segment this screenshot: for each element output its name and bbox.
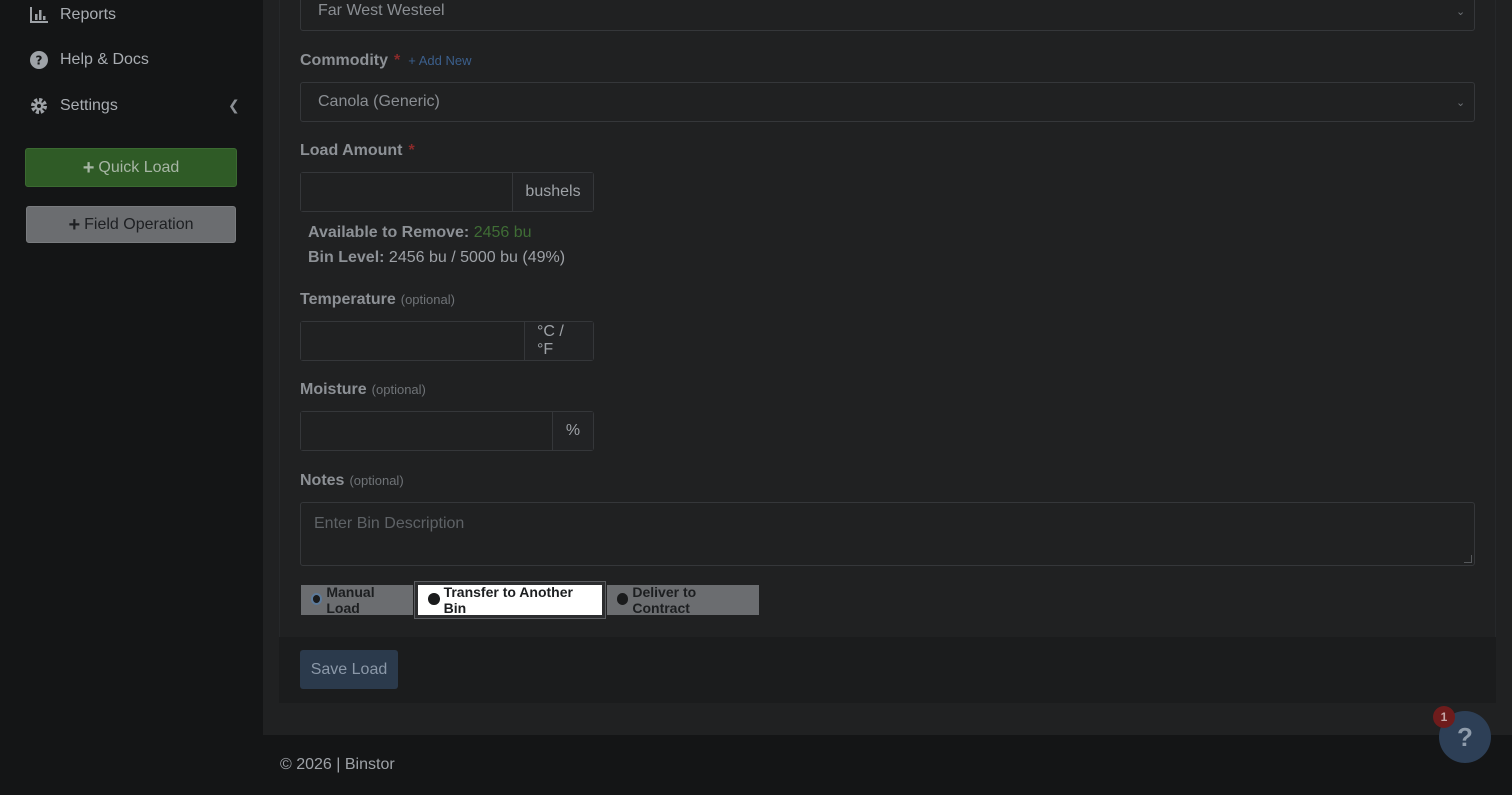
plus-icon: +: [68, 213, 81, 236]
load-type-label: Deliver to Contract: [632, 584, 697, 616]
moisture-unit: %: [552, 412, 593, 450]
load-type-transfer[interactable]: Transfer to Another Bin: [418, 584, 602, 616]
temperature-input[interactable]: [301, 322, 524, 360]
sidebar-item-label: Settings: [60, 97, 118, 114]
card-footer: [279, 637, 1496, 703]
sidebar-item-help-docs[interactable]: ? Help & Docs: [30, 51, 149, 69]
add-new-commodity-link[interactable]: + Add New: [408, 53, 471, 68]
load-amount-group: bushels: [300, 172, 594, 212]
field-operation-label: Field Operation: [84, 215, 194, 233]
optional-hint: (optional): [400, 292, 455, 307]
moisture-label: Moisture (optional): [300, 381, 426, 399]
field-operation-button[interactable]: + Field Operation: [26, 206, 236, 243]
load-amount-input[interactable]: [301, 173, 512, 211]
required-mark: *: [394, 52, 401, 69]
copyright-text: © 2026 | Binstor: [280, 756, 395, 773]
load-amount-label: Load Amount *: [300, 142, 415, 160]
chevron-left-icon: ❮: [228, 97, 240, 113]
required-mark: *: [408, 142, 415, 159]
radio-icon: [617, 593, 629, 605]
commodity-label-text: Commodity: [300, 52, 388, 69]
bin-level: Bin Level: 2456 bu / 5000 bu (49%): [308, 249, 565, 267]
bin-select[interactable]: Far West Westeel ⌄: [300, 0, 1475, 31]
resize-grip-icon[interactable]: [1464, 555, 1472, 563]
optional-hint: (optional): [349, 473, 404, 488]
commodity-select-value: Canola (Generic): [318, 93, 440, 110]
load-amount-unit: bushels: [512, 173, 593, 211]
notes-placeholder: Enter Bin Description: [314, 515, 465, 532]
radio-icon: [311, 593, 323, 605]
load-type-deliver[interactable]: Deliver to Contract: [607, 584, 759, 616]
load-amount-label-text: Load Amount: [300, 142, 403, 159]
chart-bar-icon: [30, 6, 48, 24]
temperature-label: Temperature (optional): [300, 291, 455, 309]
plus-icon: +: [82, 156, 95, 179]
page-footer: © 2026 | Binstor: [263, 735, 1512, 795]
notes-label: Notes (optional): [300, 472, 404, 490]
notification-badge: 1: [1433, 706, 1455, 728]
moisture-input[interactable]: [301, 412, 552, 450]
bin-level-value: 2456 bu / 5000 bu (49%): [388, 249, 566, 266]
load-type-label: Transfer to Another Bin: [443, 584, 573, 616]
sidebar-item-settings[interactable]: Settings ❮: [30, 97, 240, 115]
bin-select-value: Far West Westeel: [318, 2, 445, 19]
load-type-label: Manual Load: [326, 584, 375, 616]
sidebar-item-label: Help & Docs: [60, 51, 149, 68]
sidebar-item-label: Reports: [60, 6, 117, 23]
temperature-group: °C / °F: [300, 321, 594, 361]
commodity-label: Commodity * + Add New: [300, 52, 471, 70]
optional-hint: (optional): [371, 382, 426, 397]
moisture-label-text: Moisture: [300, 381, 367, 398]
temperature-label-text: Temperature: [300, 291, 396, 308]
available-to-remove: Available to Remove: 2456 bu: [308, 224, 532, 242]
quick-load-button[interactable]: + Quick Load: [25, 148, 237, 187]
moisture-group: %: [300, 411, 594, 451]
quick-load-label: Quick Load: [98, 158, 180, 176]
svg-text:?: ?: [36, 54, 43, 68]
sidebar-item-reports[interactable]: Reports: [30, 6, 116, 24]
available-value: 2456 bu: [473, 224, 532, 241]
chevron-down-icon: ⌄: [1456, 6, 1466, 18]
load-type-manual[interactable]: Manual Load: [301, 584, 413, 616]
app: Reports ? Help & Docs Settings ❮ + Quick…: [0, 0, 1512, 795]
radio-icon: [428, 593, 440, 605]
commodity-select[interactable]: Canola (Generic) ⌄: [300, 82, 1475, 122]
question-icon: ?: [1457, 721, 1473, 752]
notes-label-text: Notes: [300, 472, 345, 489]
notes-textarea[interactable]: Enter Bin Description: [300, 502, 1475, 566]
available-label: Available to Remove:: [308, 224, 470, 241]
temperature-unit: °C / °F: [524, 322, 593, 360]
question-circle-icon: ?: [30, 51, 48, 69]
gear-icon: [30, 97, 48, 115]
sidebar: Reports ? Help & Docs Settings ❮ + Quick…: [0, 0, 263, 795]
bin-level-label: Bin Level:: [308, 249, 385, 266]
chevron-down-icon: ⌄: [1456, 97, 1466, 109]
save-load-button[interactable]: Save Load: [300, 650, 398, 689]
